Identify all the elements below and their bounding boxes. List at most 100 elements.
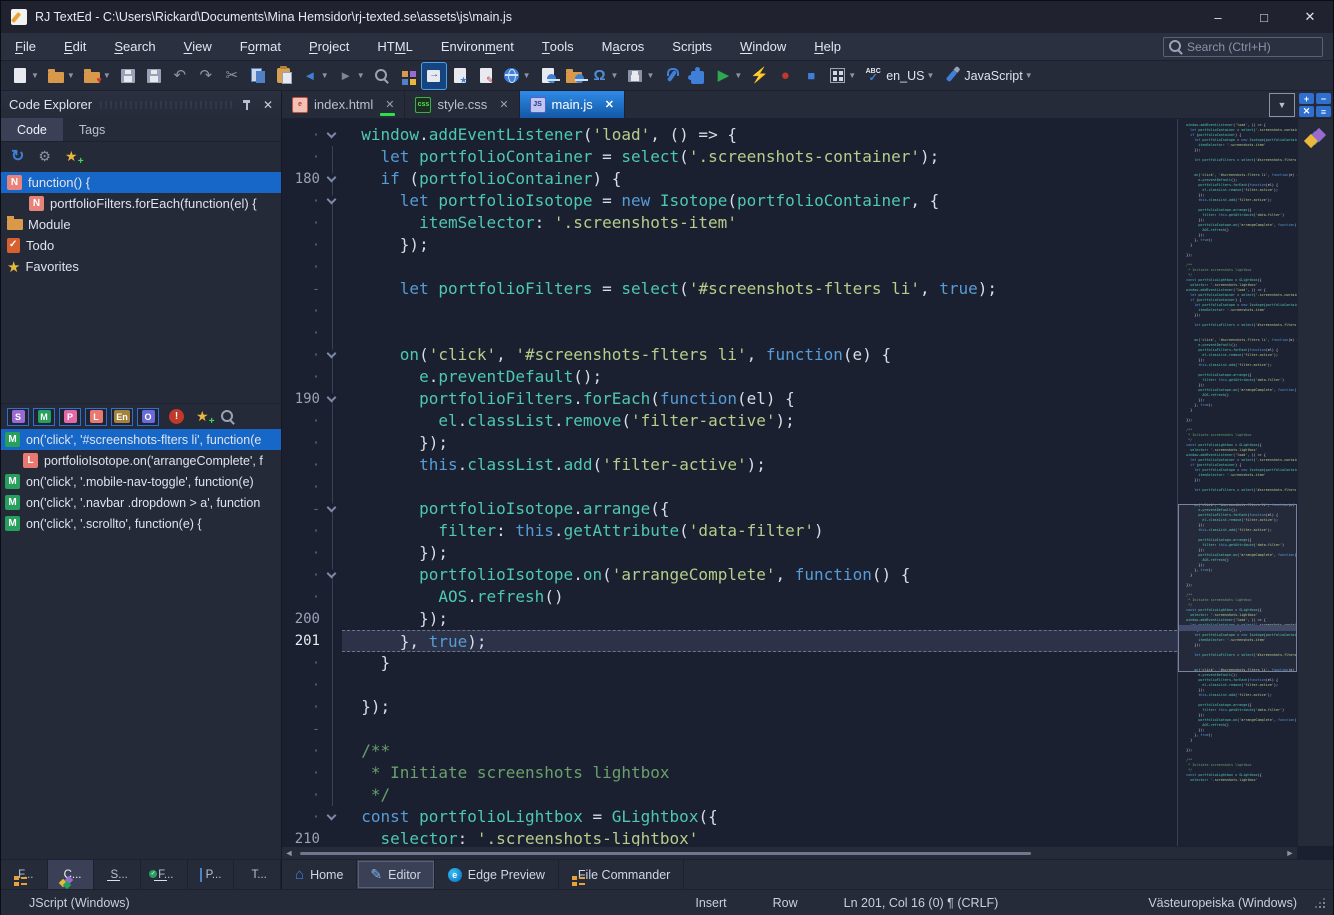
code-text[interactable]: /** [342, 740, 1177, 762]
status-syntax[interactable]: JScript (Windows) [29, 896, 695, 910]
fold-gutter[interactable] [324, 190, 342, 212]
close-button[interactable]: ✕ [1287, 1, 1333, 33]
code-text[interactable]: }); [342, 696, 1177, 718]
fold-gutter[interactable] [324, 234, 342, 256]
fold-gutter[interactable] [324, 278, 342, 300]
line-number-gutter[interactable]: · [282, 524, 324, 539]
code-text[interactable]: if (portfolioContainer) { [342, 168, 1177, 190]
close-tab-icon[interactable]: ✕ [499, 98, 508, 111]
fold-chevron-icon[interactable] [327, 195, 337, 205]
code-text[interactable]: this.classList.add('filter-active'); [342, 454, 1177, 476]
redo-button[interactable]: ↷ [194, 63, 218, 89]
fold-gutter[interactable] [324, 630, 342, 652]
code-text[interactable]: el.classList.remove('filter-active'); [342, 410, 1177, 432]
line-number-gutter[interactable]: · [282, 810, 324, 825]
scroll-right-arrow-icon[interactable]: ► [1283, 848, 1297, 858]
code-text[interactable]: let portfolioContainer = select('.screen… [342, 146, 1177, 168]
fold-chevron-icon[interactable] [327, 503, 337, 513]
code-text[interactable]: portfolioIsotope.arrange({ [342, 498, 1177, 520]
filter-p-toggle[interactable]: P [59, 408, 81, 426]
fold-gutter[interactable] [324, 300, 342, 322]
line-number-gutter[interactable]: · [282, 766, 324, 781]
doc-tab-style-css[interactable]: cssstyle.css✕ [405, 91, 519, 118]
line-number-gutter[interactable]: 210 [282, 831, 324, 846]
tab-code[interactable]: Code [1, 118, 63, 141]
menu-macros[interactable]: Macros [588, 33, 659, 60]
fold-gutter[interactable] [324, 124, 342, 146]
code-line[interactable]: · [282, 674, 1177, 696]
open-web-button[interactable] [562, 63, 586, 89]
code-line[interactable]: · filter: this.getAttribute('data-filter… [282, 520, 1177, 542]
panel-drag-grip[interactable] [100, 101, 233, 109]
copy-button[interactable] [246, 63, 270, 89]
run-button[interactable]: ▶▼ [711, 63, 745, 89]
fold-gutter[interactable] [324, 608, 342, 630]
menu-view[interactable]: View [170, 33, 226, 60]
panel-tab-code-explorer[interactable]: C... [48, 860, 95, 889]
code-text[interactable]: */ [342, 784, 1177, 806]
line-number-gutter[interactable]: · [282, 304, 324, 319]
code-text[interactable]: * Initiate screenshots lightbox [342, 762, 1177, 784]
sort-button[interactable] [396, 63, 420, 89]
line-number-gutter[interactable]: · [282, 326, 324, 341]
new-file-button[interactable]: ▼ [8, 63, 42, 89]
split-button-1[interactable]: − [1316, 93, 1331, 104]
panel-tab-sites[interactable]: S... [94, 860, 141, 889]
fold-gutter[interactable] [324, 366, 342, 388]
add-favorite-icon[interactable]: ★ [65, 148, 78, 165]
fold-gutter[interactable] [324, 322, 342, 344]
line-number-gutter[interactable]: · [282, 128, 324, 143]
view-tab-edge[interactable]: eEdge Preview [435, 860, 559, 889]
tree-item[interactable]: NportfolioFilters.forEach(function(el) { [1, 193, 281, 214]
status-encoding[interactable]: Västeuropeiska (Windows) [1148, 896, 1297, 910]
theme-diamond-icon[interactable] [1304, 127, 1328, 151]
code-line[interactable]: · let portfolioContainer = select('.scre… [282, 146, 1177, 168]
menu-file[interactable]: File [1, 33, 50, 60]
code-text[interactable]: filter: this.getAttribute('data-filter') [342, 520, 1177, 542]
fold-gutter[interactable] [324, 718, 342, 740]
panel-tab-files[interactable]: F... [1, 860, 48, 889]
doc-tab-index-html[interactable]: eindex.html✕ [282, 91, 405, 118]
code-line[interactable]: · }); [282, 696, 1177, 718]
pin-icon[interactable] [241, 99, 253, 111]
code-text[interactable]: const portfolioLightbox = GLightbox({ [342, 806, 1177, 828]
code-line[interactable]: · } [282, 652, 1177, 674]
fold-gutter[interactable] [324, 476, 342, 498]
line-number-gutter[interactable]: - [282, 722, 324, 737]
navigate-forward-button[interactable]: ►▼ [334, 63, 368, 89]
code-line[interactable]: · e.preventDefault(); [282, 366, 1177, 388]
code-line[interactable]: · }); [282, 542, 1177, 564]
navigate-back-button[interactable]: ◄▼ [298, 63, 332, 89]
status-select-mode[interactable]: Row [773, 896, 798, 910]
fold-gutter[interactable] [324, 454, 342, 476]
search-input[interactable] [1187, 40, 1307, 54]
fold-gutter[interactable] [324, 432, 342, 454]
split-button-2[interactable]: ✕ [1299, 106, 1314, 117]
line-number-gutter[interactable]: · [282, 568, 324, 583]
code-line[interactable]: · on('click', '#screenshots-flters li', … [282, 344, 1177, 366]
code-text[interactable]: itemSelector: '.screenshots-item' [342, 212, 1177, 234]
code-text[interactable]: }); [342, 432, 1177, 454]
code-line[interactable]: · itemSelector: '.screenshots-item' [282, 212, 1177, 234]
code-line[interactable]: · [282, 476, 1177, 498]
line-number-gutter[interactable]: · [282, 348, 324, 363]
code-line[interactable]: · * Initiate screenshots lightbox [282, 762, 1177, 784]
line-number-gutter[interactable]: · [282, 590, 324, 605]
line-number-gutter[interactable]: · [282, 260, 324, 275]
minimap[interactable]: window.addEventListener('load', () => { … [1177, 119, 1297, 846]
close-tab-icon[interactable]: ✕ [385, 98, 394, 111]
line-number-gutter[interactable]: 200 [282, 611, 324, 627]
open-favorites-button[interactable]: ♥▼ [80, 63, 114, 89]
list-item[interactable]: Mon('click', '#screenshots-flters li', f… [1, 429, 281, 450]
maximize-button[interactable]: □ [1241, 1, 1287, 33]
menu-format[interactable]: Format [226, 33, 295, 60]
scroll-left-arrow-icon[interactable]: ◄ [282, 848, 296, 858]
code-line[interactable]: · /** [282, 740, 1177, 762]
resize-grip[interactable] [1315, 898, 1325, 908]
code-line[interactable]: · [282, 322, 1177, 344]
doc-edit-button[interactable]: ✎ [474, 63, 498, 89]
errors-icon[interactable]: ! [169, 409, 184, 424]
code-line[interactable]: · [282, 256, 1177, 278]
filter-en-toggle[interactable]: En [111, 408, 133, 426]
filter-m-toggle[interactable]: M [33, 408, 55, 426]
